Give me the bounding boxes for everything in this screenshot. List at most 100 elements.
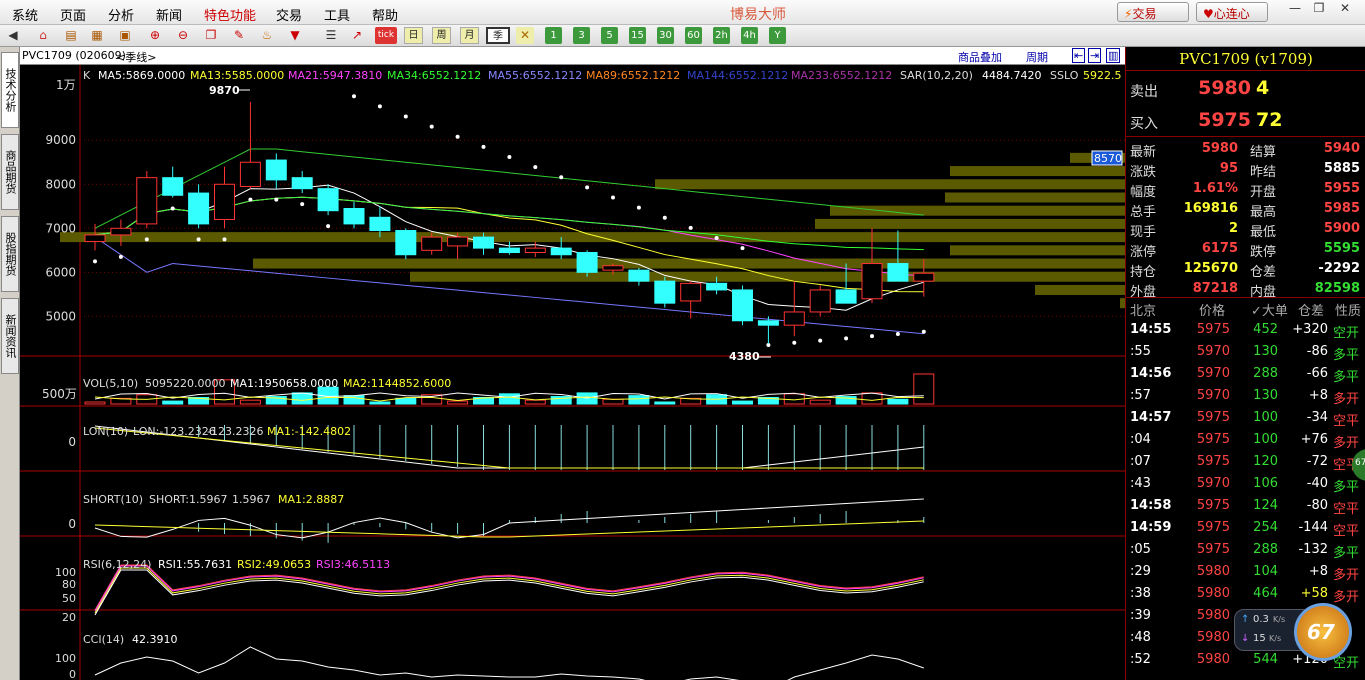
tick-row[interactable]: :38 5980 464 +58 多开 xyxy=(1126,585,1365,605)
buy-row: 买入 5975 72 xyxy=(1126,109,1365,133)
period-1min[interactable]: 1 xyxy=(545,27,562,44)
menu-analysis[interactable]: 分析 xyxy=(108,5,134,24)
sell-volume: 4 xyxy=(1256,77,1270,99)
sell-label: 卖出 xyxy=(1130,84,1158,100)
x-icon[interactable]: ✕ xyxy=(516,27,534,44)
tick-row[interactable]: :57 5970 130 +8 多开 xyxy=(1126,387,1365,407)
layout-icon[interactable]: ▥ xyxy=(1106,48,1121,63)
scroll-right-icon[interactable]: ⇥ xyxy=(1088,48,1102,63)
tick-row[interactable]: 14:58 5975 124 -80 空平 xyxy=(1126,497,1365,517)
menu-page[interactable]: 页面 xyxy=(60,5,86,24)
scroll-left-icon[interactable]: ⇤ xyxy=(1072,48,1086,63)
menu-tools[interactable]: 工具 xyxy=(324,5,350,24)
folder-icon[interactable]: ▤ xyxy=(62,27,80,44)
tick-time: :57 xyxy=(1130,388,1151,403)
period-60min[interactable]: 60 xyxy=(685,27,702,44)
window-icon[interactable]: ❐ xyxy=(202,27,220,44)
close-button[interactable]: ✕ xyxy=(1334,1,1356,20)
period-quarter[interactable]: 季 xyxy=(486,27,510,44)
tick-time: :52 xyxy=(1130,652,1151,667)
tab-technical-analysis[interactable]: 技术分析 xyxy=(1,52,19,128)
lon-value-2: -123.2326 xyxy=(207,425,263,438)
restore-button[interactable]: ❐ xyxy=(1308,1,1330,20)
home-icon[interactable]: ⌂ xyxy=(34,27,52,44)
sar-dot xyxy=(921,329,926,334)
tick-row[interactable]: :07 5975 120 -72 空平 xyxy=(1126,453,1365,473)
tick-time: :29 xyxy=(1130,564,1151,579)
list-icon[interactable]: ☰ xyxy=(322,27,340,44)
tick-row[interactable]: :43 5970 106 -40 多平 xyxy=(1126,475,1365,495)
tab-commodity-futures[interactable]: 商品期货 xyxy=(1,134,19,210)
candle-body xyxy=(602,265,624,271)
tick-row[interactable]: 14:57 5975 100 -34 空平 xyxy=(1126,409,1365,429)
tick-button[interactable]: tick xyxy=(375,27,397,44)
filter-icon[interactable]: ▼ xyxy=(286,27,304,44)
period-day[interactable]: 日 xyxy=(404,27,423,44)
candle-body xyxy=(188,192,210,225)
hat-icon[interactable]: ♨ xyxy=(258,27,276,44)
tick-row[interactable]: 14:56 5970 288 -66 多平 xyxy=(1126,365,1365,385)
tick-row[interactable]: 14:55 5975 452 +320 空开 xyxy=(1126,321,1365,341)
speed-badge[interactable]: 67 xyxy=(1294,603,1352,661)
tick-row[interactable]: :04 5975 100 +76 多开 xyxy=(1126,431,1365,451)
candle-body xyxy=(369,216,391,232)
period-week[interactable]: 周 xyxy=(432,27,451,44)
tab-index-futures[interactable]: 股指期货 xyxy=(1,216,19,292)
period-30min[interactable]: 30 xyxy=(657,27,674,44)
menu-help[interactable]: 帮助 xyxy=(372,5,398,24)
tab-news[interactable]: 新闻资讯 xyxy=(1,298,19,374)
rsi3: RSI3:46.5113 xyxy=(316,558,390,571)
menu-news[interactable]: 新闻 xyxy=(156,5,182,24)
lon-value: LON:-123.2326 xyxy=(133,425,216,438)
period-5min[interactable]: 5 xyxy=(601,27,618,44)
sar-dot xyxy=(740,246,745,251)
volume-bar xyxy=(887,398,909,405)
tick-time: :48 xyxy=(1130,630,1151,645)
sar-dot xyxy=(196,237,201,242)
volume-profile-bar xyxy=(1035,284,1125,295)
period-15min[interactable]: 15 xyxy=(629,27,646,44)
menu-special[interactable]: 特色功能 xyxy=(204,5,256,24)
back-icon[interactable]: ◀ xyxy=(4,27,22,44)
indicator-icon[interactable]: ↗ xyxy=(348,27,366,44)
trade-button[interactable]: ⚡交易 xyxy=(1117,2,1189,22)
zoom-in-icon[interactable]: ⊕ xyxy=(146,27,164,44)
volume-bar xyxy=(239,399,261,405)
overlay-button[interactable]: 商品叠加 xyxy=(958,49,1002,65)
period-2h[interactable]: 2h xyxy=(713,27,730,44)
legend-sar: SAR(10,2,20) xyxy=(900,69,973,82)
minimize-button[interactable]: — xyxy=(1284,1,1306,20)
candle-body xyxy=(136,177,158,225)
tick-type: 多平 xyxy=(1333,480,1360,495)
tick-row[interactable]: 14:59 5975 254 -144 空平 xyxy=(1126,519,1365,539)
tick-diff: -132 xyxy=(1298,542,1328,557)
quote-stat-row: 幅度 1.61% 开盘 5955 xyxy=(1126,179,1365,200)
pen-icon[interactable]: ✎ xyxy=(230,27,248,44)
period-month[interactable]: 月 xyxy=(460,27,479,44)
menu-system[interactable]: 系统 xyxy=(12,5,38,24)
candle-body xyxy=(809,289,831,313)
chart-area[interactable]: PVC1709 (020609) <季线> 商品叠加 周期 ⇤ ⇥ ▥ K MA… xyxy=(20,47,1125,680)
chart-canvas[interactable]: K MA5:5869.0000 MA13:5585.0000 MA21:5947… xyxy=(20,65,1125,680)
screen-icon[interactable]: ▦ xyxy=(88,27,106,44)
tick-price: 5975 xyxy=(1196,454,1230,469)
period-year[interactable]: Y xyxy=(769,27,786,44)
xinlian-button[interactable]: ♥心连心 xyxy=(1196,2,1268,22)
cci-title: CCI(14) xyxy=(83,633,124,646)
tick-header-price: 价格 xyxy=(1199,304,1226,319)
tick-row[interactable]: :55 5970 130 -86 多平 xyxy=(1126,343,1365,363)
stat-label: 总手 xyxy=(1130,205,1157,220)
zoom-out-icon[interactable]: ⊖ xyxy=(174,27,192,44)
cycle-button[interactable]: 周期 xyxy=(1026,49,1048,65)
menu-trade[interactable]: 交易 xyxy=(276,5,302,24)
quote-stat-row: 最新 5980 结算 5940 xyxy=(1126,139,1365,160)
tick-row[interactable]: :29 5980 104 +8 多开 xyxy=(1126,563,1365,583)
candle-body xyxy=(317,188,339,212)
cci-line xyxy=(94,646,924,680)
sar-dot xyxy=(688,225,693,230)
period-3min[interactable]: 3 xyxy=(573,27,590,44)
grid-icon[interactable]: ▣ xyxy=(116,27,134,44)
period-4h[interactable]: 4h xyxy=(741,27,758,44)
tick-row[interactable]: :05 5975 288 -132 多平 xyxy=(1126,541,1365,561)
tick-type: 多开 xyxy=(1333,568,1360,583)
